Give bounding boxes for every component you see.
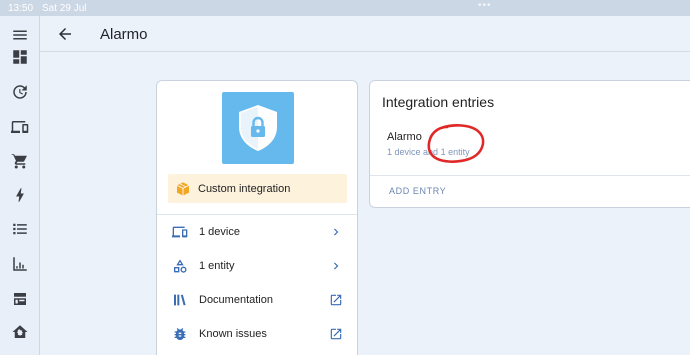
- cart-icon[interactable]: [10, 151, 30, 171]
- entries-card-title: Integration entries: [382, 94, 495, 110]
- integration-entries-card: Integration entries Alarmo 1 device and …: [369, 80, 690, 208]
- entry-devices-link[interactable]: 1 device: [387, 147, 421, 157]
- list-icon[interactable]: [10, 219, 30, 239]
- custom-integration-badge: Custom integration: [168, 174, 347, 203]
- bug-icon: [172, 326, 188, 342]
- documentation-row-label: Documentation: [199, 294, 273, 306]
- integration-info-card: Custom integration 1 device 1 entity Doc…: [156, 80, 358, 355]
- open-in-new-icon: [329, 293, 343, 307]
- devices-row-label: 1 device: [199, 226, 240, 238]
- known-issues-row[interactable]: Known issues: [157, 318, 357, 350]
- hacs-icon[interactable]: [10, 289, 30, 309]
- known-issues-row-label: Known issues: [199, 328, 267, 340]
- entities-row[interactable]: 1 entity: [157, 250, 357, 282]
- home-settings-icon[interactable]: [10, 322, 30, 342]
- documentation-row[interactable]: Documentation: [157, 284, 357, 316]
- arrow-back-icon[interactable]: [56, 25, 76, 45]
- library-icon: [172, 292, 188, 308]
- shapes-icon: [172, 258, 188, 274]
- chevron-right-icon: [329, 259, 343, 273]
- add-entry-button[interactable]: ADD ENTRY: [389, 186, 446, 196]
- dashboard-icon[interactable]: [10, 47, 30, 67]
- card-divider: [157, 214, 357, 215]
- sidebar: [0, 16, 40, 355]
- energy-icon[interactable]: [10, 185, 30, 205]
- open-in-new-icon: [329, 327, 343, 341]
- annotation-circle: [427, 124, 485, 163]
- status-time: 13:50: [8, 3, 34, 14]
- custom-integration-label: Custom integration: [198, 182, 291, 195]
- page-title: Alarmo: [100, 26, 148, 43]
- devices-icon[interactable]: [10, 117, 30, 137]
- chart-icon[interactable]: [10, 254, 30, 274]
- devices-icon: [172, 224, 188, 240]
- integration-logo: [222, 92, 294, 164]
- shield-lock-icon: [239, 105, 277, 151]
- status-date: Sat 29 Jul: [42, 3, 87, 14]
- chevron-right-icon: [329, 225, 343, 239]
- history-icon[interactable]: [10, 82, 30, 102]
- package-icon: [176, 181, 190, 196]
- multitask-dots[interactable]: •••: [478, 0, 492, 11]
- menu-icon[interactable]: [10, 25, 30, 45]
- entries-divider: [370, 175, 690, 176]
- top-app-bar: Alarmo: [40, 16, 690, 52]
- devices-row[interactable]: 1 device: [157, 216, 357, 248]
- entry-name[interactable]: Alarmo: [387, 131, 422, 143]
- entities-row-label: 1 entity: [199, 260, 235, 272]
- status-bar: 13:50 Sat 29 Jul •••: [0, 0, 690, 16]
